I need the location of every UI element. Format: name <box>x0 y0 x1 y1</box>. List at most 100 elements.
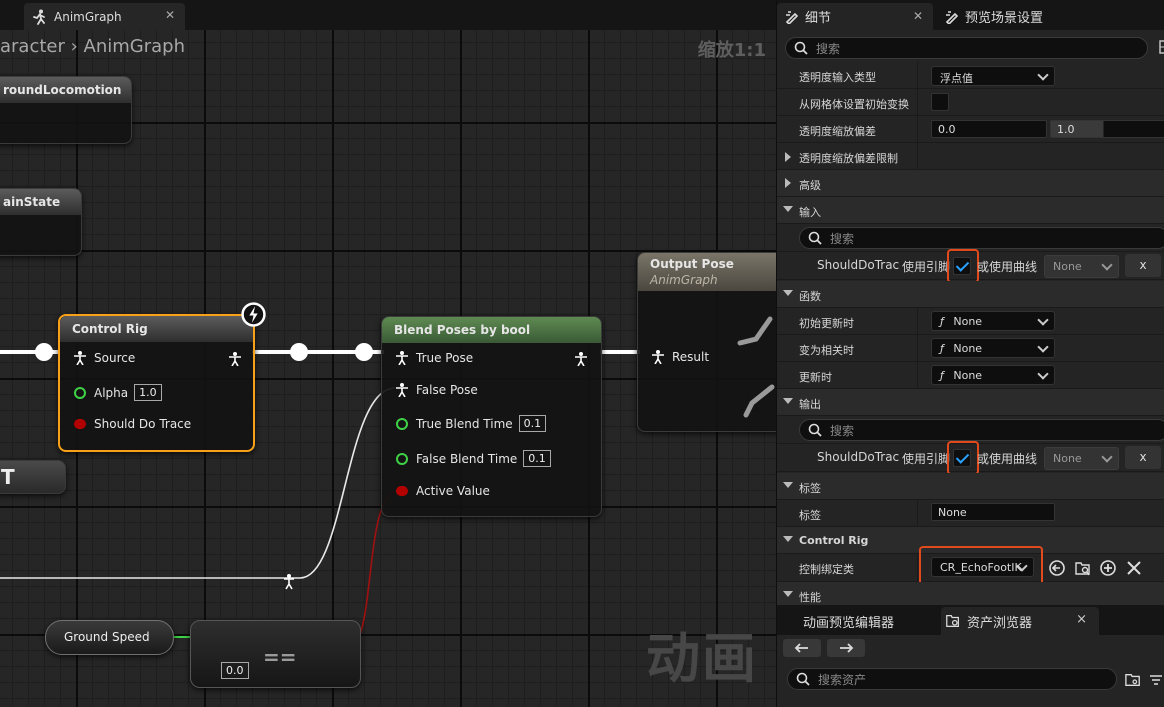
settings-grid-icon[interactable] <box>1159 40 1164 54</box>
dropdown-value: 浮点值 <box>940 72 973 85</box>
category-input[interactable]: 输入 <box>777 197 1164 224</box>
dropdown-value: None <box>953 315 983 328</box>
init-from-mesh-checkbox[interactable] <box>931 93 949 111</box>
collapse-arrow-icon <box>783 290 793 296</box>
details-search-input[interactable]: 搜索 <box>785 37 1148 59</box>
folder-icon[interactable] <box>1124 672 1142 688</box>
output-search-input[interactable]: 搜索 <box>799 419 1164 441</box>
category-tags[interactable]: 标签 <box>777 473 1164 500</box>
tab-details[interactable]: 细节 ✕ <box>777 3 933 30</box>
category-label: 标签 <box>799 482 821 495</box>
property-label: 从网格体设置初始变换 <box>799 98 909 111</box>
highlight-box <box>947 441 979 475</box>
collapse-arrow-icon <box>783 482 793 488</box>
use-pin-label: 使用引脚 <box>902 260 951 274</box>
on-initial-update-dropdown[interactable]: ƒ None <box>931 311 1055 331</box>
pin-label: Active Value <box>416 484 490 498</box>
on-become-relevant-dropdown[interactable]: ƒ None <box>931 338 1055 358</box>
curve-dropdown[interactable]: None <box>1044 447 1119 470</box>
category-label: 高级 <box>799 179 821 192</box>
false-blend-time-input[interactable]: 0.1 <box>523 450 551 467</box>
variable-name: ShouldDoTrac <box>817 450 900 464</box>
tab-preview-scene[interactable]: 预览场景设置 <box>937 3 1087 30</box>
control-rig-node[interactable]: Control Rig Source Alpha 1.0 Should Do T… <box>58 314 255 452</box>
tab-anim-preview-editor[interactable]: 动画预览编辑器 <box>803 607 953 635</box>
pin-label: Source <box>94 351 136 365</box>
output-pose-node[interactable]: Output Pose AnimGraph Result <box>637 252 776 432</box>
active-value-pin[interactable]: Active Value <box>396 484 490 498</box>
category-label: 函数 <box>799 290 821 303</box>
false-pose-pin[interactable]: False Pose <box>396 383 478 397</box>
clear-button[interactable]: x <box>1125 446 1161 469</box>
false-blend-time-pin[interactable]: False Blend Time 0.1 <box>396 450 551 467</box>
function-icon: ƒ <box>940 315 944 328</box>
reroute-dot-1 <box>35 343 53 361</box>
node-header: Output Pose AnimGraph <box>638 253 776 291</box>
back-arrow-icon <box>794 643 808 653</box>
equals-node[interactable]: == 0.0 <box>190 620 361 688</box>
alpha-scale-bias-row: 透明度缩放偏差 0.0 1.0 <box>777 116 1164 143</box>
pose-output-icon[interactable] <box>229 352 241 366</box>
float-pin-icon <box>74 386 86 399</box>
alpha-scale-clamp-row[interactable]: 透明度缩放偏差限制 <box>777 143 1164 170</box>
category-performance[interactable]: 性能 <box>777 582 1164 605</box>
expand-arrow-icon[interactable] <box>785 152 791 162</box>
alpha-pin[interactable]: Alpha 1.0 <box>74 384 162 401</box>
compare-value-input[interactable]: 0.0 <box>221 662 249 679</box>
category-functions[interactable]: 函数 <box>777 281 1164 308</box>
filter-icon[interactable] <box>1149 673 1163 687</box>
close-icon[interactable]: × <box>1076 612 1087 627</box>
browse-icon[interactable] <box>1074 559 1092 577</box>
true-pose-pin[interactable]: True Pose <box>396 351 473 365</box>
preview-scene-icon <box>945 10 959 24</box>
close-icon[interactable]: ✕ <box>913 9 923 23</box>
source-pin[interactable]: Source <box>74 351 135 365</box>
clear-button[interactable]: x <box>1125 254 1161 277</box>
main-state-node[interactable]: ainState <box>0 188 82 256</box>
input-search-input[interactable]: 搜索 <box>799 227 1164 249</box>
tab-label: 预览场景设置 <box>965 11 1044 26</box>
curve-dropdown[interactable]: None <box>1044 255 1119 278</box>
input-search-row: 搜索 <box>777 224 1164 252</box>
dropdown-value: None <box>953 369 983 382</box>
alpha-scale-max-input[interactable]: 1.0 <box>1050 120 1164 138</box>
use-selected-icon[interactable] <box>1048 559 1066 577</box>
details-tab-bar: 细节 ✕ 预览场景设置 <box>777 0 1164 30</box>
tab-asset-browser[interactable]: 资产浏览器 × <box>941 607 1099 635</box>
expand-arrow-icon <box>785 178 791 188</box>
asset-browser-body: 搜索资产 <box>777 635 1164 707</box>
ground-speed-node[interactable]: Ground Speed <box>45 620 174 655</box>
true-blend-time-pin[interactable]: True Blend Time 0.1 <box>396 415 547 432</box>
use-pin-label: 使用引脚 <box>902 452 951 466</box>
search-icon <box>796 672 810 686</box>
reroute-dot-2 <box>290 343 308 361</box>
chevron-down-icon <box>1101 259 1113 271</box>
category-output[interactable]: 输出 <box>777 389 1164 416</box>
forward-button[interactable] <box>827 639 865 657</box>
pose-icon <box>396 351 408 365</box>
tag-input[interactable]: None <box>931 503 1055 521</box>
category-advanced[interactable]: 高级 <box>777 170 1164 197</box>
search-placeholder: 搜索 <box>830 231 855 246</box>
alpha-input-type-dropdown[interactable]: 浮点值 <box>931 66 1055 86</box>
property-label: 透明度缩放偏差 <box>799 125 876 138</box>
clear-icon[interactable] <box>1125 559 1143 577</box>
details-panel: 细节 ✕ 预览场景设置 搜索 透明度输入类型 浮点值 从网格体设置初始变换 透明… <box>776 0 1164 605</box>
on-update-dropdown[interactable]: ƒ None <box>931 365 1055 385</box>
alpha-value-input[interactable]: 1.0 <box>134 384 162 401</box>
back-button[interactable] <box>783 639 821 657</box>
should-do-trace-pin[interactable]: Should Do Trace <box>74 417 191 431</box>
partial-t-node[interactable]: T <box>0 460 66 494</box>
alpha-scale-min-input[interactable]: 0.0 <box>931 120 1047 138</box>
pin-label: True Pose <box>416 351 474 365</box>
ground-locomotion-node[interactable]: roundLocomotion <box>0 76 132 144</box>
true-blend-time-input[interactable]: 0.1 <box>518 415 547 432</box>
pose-output-icon[interactable] <box>575 352 587 366</box>
node-subtitle: AnimGraph <box>650 273 718 287</box>
on-update-row: 更新时 ƒ None <box>777 362 1164 389</box>
asset-search-input[interactable]: 搜索资产 <box>787 668 1117 690</box>
chevron-down-icon <box>1037 341 1049 353</box>
add-icon[interactable] <box>1099 559 1117 577</box>
result-pin[interactable]: Result <box>652 350 709 364</box>
blend-poses-by-bool-node[interactable]: Blend Poses by bool True Pose False Pose… <box>381 316 602 517</box>
